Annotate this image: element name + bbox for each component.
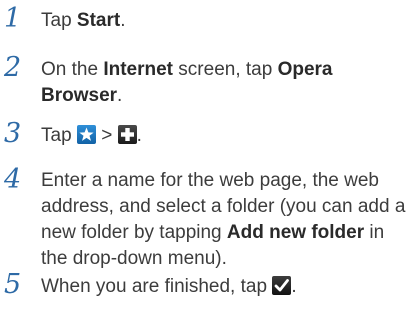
step-text: On the Internet screen, tap Opera Browse…: [41, 59, 333, 106]
star-icon: [76, 125, 96, 144]
step-text: When you are finished, tap .: [41, 276, 297, 297]
step-number: 1: [4, 3, 22, 34]
step-number: 3: [4, 118, 22, 149]
internet-label: Internet: [103, 59, 174, 80]
step-text: Tap > .: [41, 125, 142, 146]
step-text: Tap Start.: [41, 10, 126, 31]
step-number: 4: [4, 164, 22, 195]
add-new-folder-label: Add new folder: [226, 222, 365, 243]
checkmark-icon: [272, 276, 292, 295]
instruction-steps: 1 Tap Start. 2 On the Internet screen, t…: [0, 0, 415, 315]
plus-icon: [117, 125, 137, 144]
step-number: 5: [4, 269, 22, 300]
start-label: Start: [76, 10, 121, 31]
step-text: Enter a name for the web page, the web a…: [41, 170, 406, 269]
step-number: 2: [4, 52, 22, 83]
